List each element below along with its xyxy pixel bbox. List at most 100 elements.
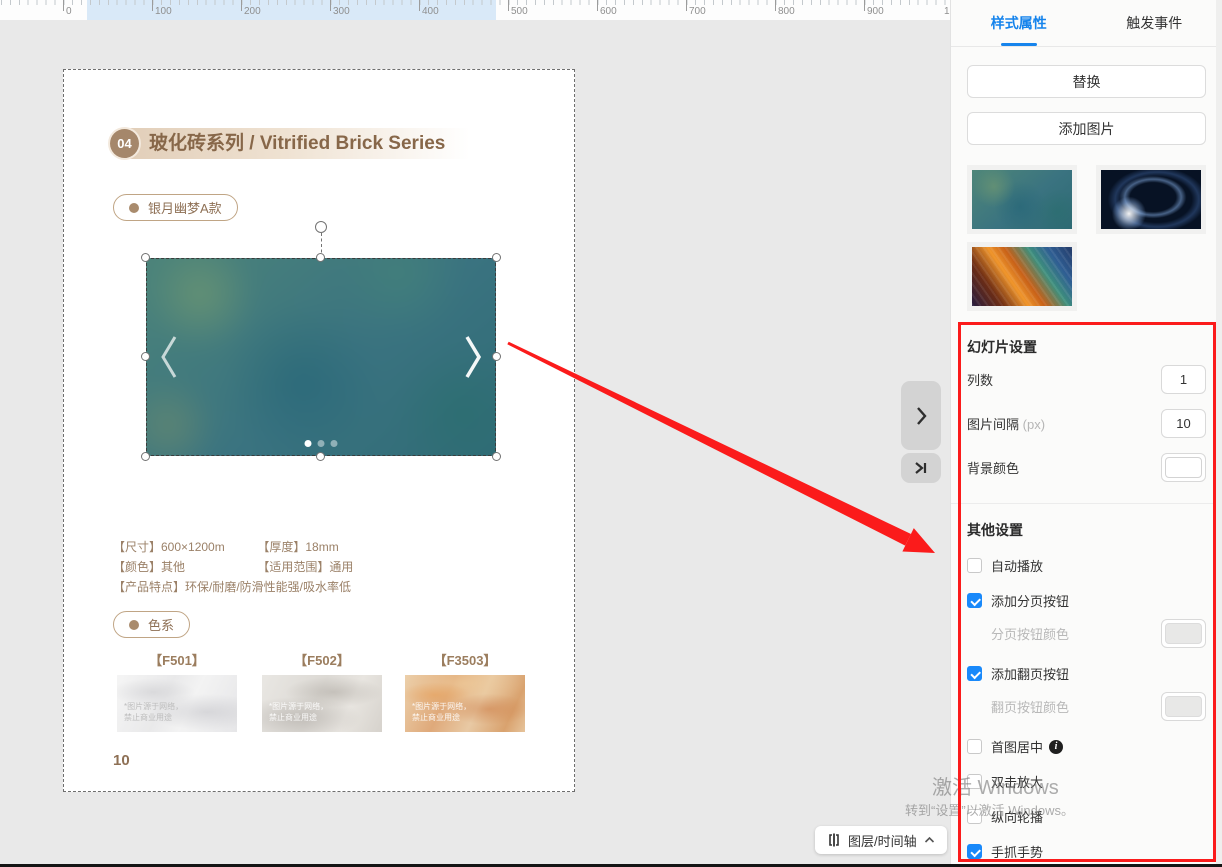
image-gap-input[interactable]: 10	[1161, 409, 1206, 438]
spec-size: 【尺寸】600×1200m	[113, 538, 254, 555]
tab-style-properties[interactable]: 样式属性	[951, 0, 1087, 46]
resize-handle-sw[interactable]	[141, 452, 150, 461]
spec-color: 【颜色】其他	[113, 558, 254, 575]
last-page-button[interactable]	[901, 453, 941, 483]
first-center-row: 首图居中 i	[967, 737, 1206, 756]
skip-to-end-icon	[912, 460, 930, 476]
color-series-pill[interactable]: 色系	[113, 611, 190, 638]
flip-checkbox[interactable]	[967, 666, 982, 681]
horizontal-ruler: 01002003004005006007008009001	[0, 0, 950, 20]
double-zoom-row: 双击放大	[967, 772, 1206, 791]
pagination-color-row: 分页按钮颜色	[967, 618, 1206, 648]
pagination-label: 添加分页按钮	[991, 591, 1069, 610]
pagination-button-row: 添加分页按钮	[967, 591, 1206, 610]
spec-row-2[interactable]: 【颜色】其他 【适用范围】通用	[113, 558, 353, 575]
thumbnail-card[interactable]	[967, 242, 1077, 311]
collapse-chevron-icon	[924, 836, 935, 844]
autoplay-checkbox[interactable]	[967, 558, 982, 573]
spec-range: 【适用范围】通用	[257, 560, 353, 574]
resize-handle-s[interactable]	[316, 452, 325, 461]
columns-label: 列数	[967, 370, 993, 389]
tab-label: 触发事件	[1126, 13, 1182, 33]
carousel-prev-icon[interactable]	[156, 331, 182, 383]
thumbnail-card[interactable]	[967, 165, 1077, 234]
double-zoom-label: 双击放大	[991, 772, 1043, 791]
background-color-row: 背景颜色	[967, 445, 1206, 489]
chevron-right-icon	[913, 404, 929, 428]
background-color-label: 背景颜色	[967, 458, 1019, 477]
series-name-label: 银月幽梦A款	[148, 198, 222, 217]
layers-timeline-button[interactable]: 图层/时间轴	[815, 826, 947, 854]
artboard-page[interactable]: 04 玻化砖系列 / Vitrified Brick Series 银月幽梦A款	[63, 69, 575, 792]
ruler-label: 100	[155, 6, 172, 17]
ruler-label: 1	[944, 6, 950, 17]
swatch-label: 【F501】	[117, 650, 237, 669]
flip-button-row: 添加翻页按钮	[967, 664, 1206, 683]
spec-row-3[interactable]: 【产品特点】环保/耐磨/防滑性能强/吸水率低	[113, 578, 351, 595]
background-color-swatch[interactable]	[1161, 453, 1206, 482]
autoplay-row: 自动播放	[967, 556, 1206, 575]
flip-color-row: 翻页按钮颜色	[967, 691, 1206, 721]
pagination-checkbox[interactable]	[967, 593, 982, 608]
layers-timeline-icon	[827, 833, 841, 847]
section-title-banner[interactable]: 04 玻化砖系列 / Vitrified Brick Series	[109, 128, 501, 159]
add-image-button[interactable]: 添加图片	[967, 112, 1206, 145]
next-page-button[interactable]	[901, 381, 941, 450]
carousel-next-icon[interactable]	[460, 331, 486, 383]
page-flip-control	[901, 381, 941, 483]
info-icon[interactable]: i	[1049, 740, 1063, 754]
swatch-label: 【F3503】	[405, 650, 525, 669]
flip-color-swatch[interactable]	[1161, 692, 1206, 721]
double-zoom-checkbox[interactable]	[967, 774, 982, 789]
tab-trigger-events[interactable]: 触发事件	[1087, 0, 1222, 46]
columns-row: 列数 1	[967, 357, 1206, 401]
rotation-handle[interactable]	[315, 221, 327, 233]
page-number: 10	[113, 752, 130, 769]
thumbnail-teal-image[interactable]	[972, 170, 1072, 229]
ruler-label: 400	[422, 6, 439, 17]
pagination-dot[interactable]	[331, 440, 338, 447]
section-title-text: 玻化砖系列 / Vitrified Brick Series	[149, 128, 445, 159]
swatch-image-f501[interactable]: *图片源于网络，禁止商业用途	[117, 675, 237, 732]
swatch-image-f502[interactable]: *图片源于网络，禁止商业用途	[262, 675, 382, 732]
vertical-carousel-row: 纵向轮播	[967, 807, 1206, 826]
ruler-label: 800	[778, 6, 795, 17]
image-watermark: *图片源于网络，禁止商业用途	[124, 701, 183, 723]
resize-handle-w[interactable]	[141, 352, 150, 361]
resize-handle-n[interactable]	[316, 253, 325, 262]
pagination-dot-active[interactable]	[305, 440, 312, 447]
flip-color-label: 翻页按钮颜色	[991, 697, 1069, 716]
pill-dot-icon	[129, 620, 139, 630]
vertical-carousel-checkbox[interactable]	[967, 809, 982, 824]
resize-handle-se[interactable]	[492, 452, 501, 461]
image-watermark: *图片源于网络，禁止商业用途	[269, 701, 328, 723]
first-center-checkbox[interactable]	[967, 739, 982, 754]
slide-settings-title: 幻灯片设置	[967, 337, 1206, 357]
spec-features: 【产品特点】环保/耐磨/防滑性能强/吸水率低	[113, 580, 351, 594]
carousel-element[interactable]	[146, 258, 496, 456]
section-number-badge: 04	[110, 129, 139, 158]
thumbnail-space-image[interactable]	[1101, 170, 1201, 229]
properties-panel: 样式属性 触发事件 替换 添加图片 幻灯片设置 列数 1 图片间隔	[950, 0, 1222, 867]
ruler-label: 700	[689, 6, 706, 17]
carousel-pagination-dots[interactable]	[305, 440, 338, 447]
columns-input[interactable]: 1	[1161, 365, 1206, 394]
pagination-color-swatch[interactable]	[1161, 619, 1206, 648]
swatch-image-f3503[interactable]: *图片源于网络，禁止商业用途	[405, 675, 525, 732]
thumbnail-streak-image[interactable]	[972, 247, 1072, 306]
panel-tabs: 样式属性 触发事件	[951, 0, 1222, 47]
grab-gesture-row: 手抓手势	[967, 842, 1206, 861]
pagination-dot[interactable]	[318, 440, 325, 447]
ruler-label: 600	[600, 6, 617, 17]
replace-button[interactable]: 替换	[967, 65, 1206, 98]
swatch-label: 【F502】	[262, 650, 382, 669]
color-series-label: 色系	[148, 615, 174, 634]
spec-row-1[interactable]: 【尺寸】600×1200m 【厚度】18mm	[113, 538, 339, 555]
resize-handle-nw[interactable]	[141, 253, 150, 262]
series-name-pill[interactable]: 银月幽梦A款	[113, 194, 238, 221]
ruler-label: 900	[867, 6, 884, 17]
resize-handle-e[interactable]	[492, 352, 501, 361]
grab-gesture-checkbox[interactable]	[967, 844, 982, 859]
thumbnail-card[interactable]	[1096, 165, 1206, 234]
resize-handle-ne[interactable]	[492, 253, 501, 262]
